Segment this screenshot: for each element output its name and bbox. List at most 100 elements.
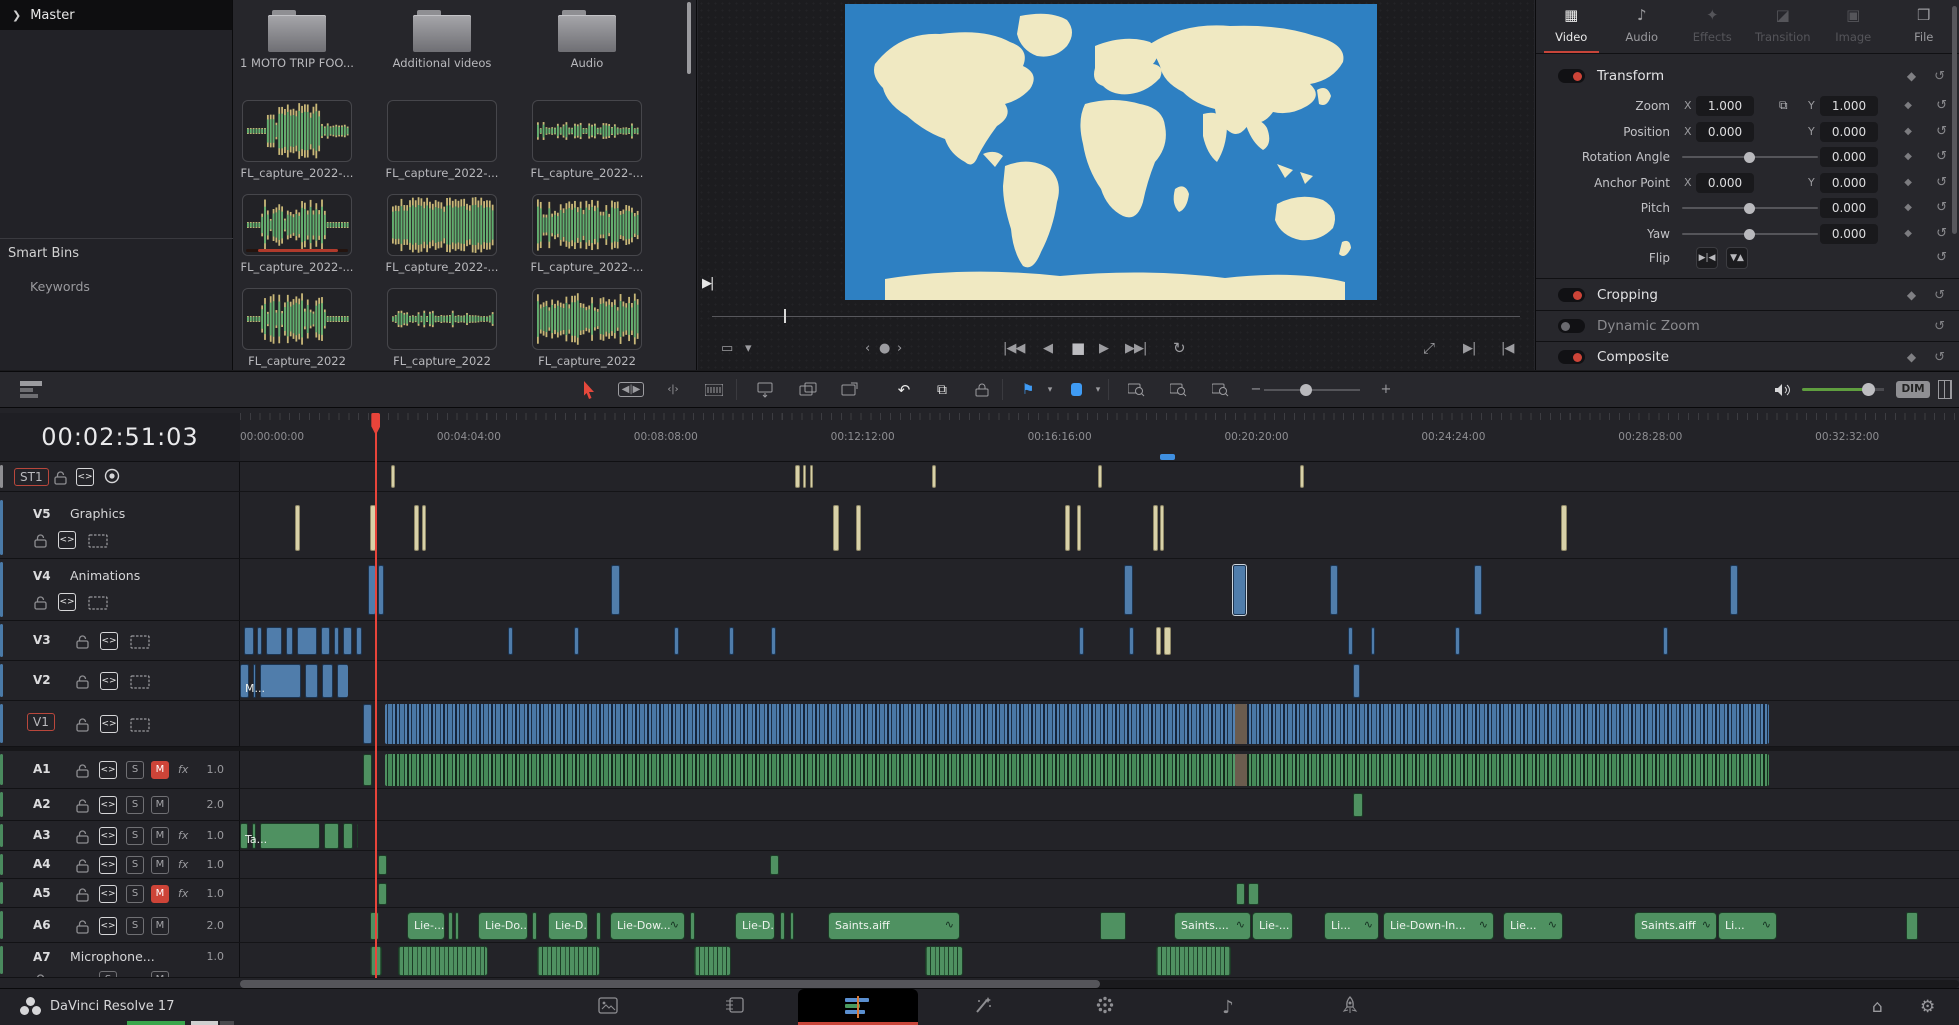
track-lane-v3[interactable] <box>240 621 1959 661</box>
audio-clip-thumbnail[interactable] <box>387 100 497 162</box>
first-frame-button[interactable]: |◀◀ <box>1003 341 1025 356</box>
track-header-a5[interactable]: A5 <> S Mfx 1.0 <box>0 879 240 908</box>
track-lane-a3[interactable]: Ta... <box>240 821 1959 851</box>
media-folder-item[interactable]: 1 MOTO TRIP FOO... <box>236 2 358 70</box>
media-clip-item[interactable]: FL_capture_2022-... <box>236 194 358 274</box>
auto-track-selector[interactable]: <> <box>99 796 117 814</box>
auto-track-selector[interactable]: <> <box>100 672 118 690</box>
track-header-v4[interactable]: V4 Animations <> <box>0 559 240 621</box>
audio-clip[interactable] <box>532 911 537 940</box>
audio-clip[interactable] <box>363 754 372 786</box>
scrollbar-thumb[interactable] <box>240 980 1100 988</box>
fx-label[interactable]: fx <box>178 858 188 871</box>
retime-curve-tool[interactable]: ↶ <box>890 372 918 407</box>
microphone-clip[interactable] <box>694 946 731 976</box>
solo-button[interactable]: S <box>99 971 117 977</box>
tab-file[interactable]: ❒ File <box>1889 0 1959 53</box>
track-header-a1[interactable]: A1 <> S Mfx 1.0 <box>0 751 240 789</box>
zoom-detail-button[interactable] <box>1164 372 1192 407</box>
keyframe-diamond-icon[interactable]: ◆ <box>1904 177 1912 188</box>
animation-clip[interactable] <box>1474 565 1482 615</box>
link-clips-toggle[interactable]: ⧉ <box>928 372 956 407</box>
dim-button[interactable]: DIM <box>1896 381 1930 398</box>
keyframe-diamond-icon[interactable]: ◆ <box>1907 288 1916 303</box>
audio-clip-named[interactable]: Lie-... <box>1252 911 1293 940</box>
track-id-selected[interactable]: V1 <box>27 713 55 731</box>
crop-tool-icon[interactable]: ▭ <box>721 341 733 356</box>
audio-clip[interactable] <box>1236 882 1245 905</box>
reset-icon[interactable]: ↺ <box>1936 149 1947 164</box>
microphone-clip[interactable] <box>1156 946 1231 976</box>
viewer-scrub-position[interactable] <box>784 309 786 323</box>
transform-toggle[interactable] <box>1558 69 1585 83</box>
fx-label[interactable]: fx <box>178 763 188 776</box>
section-composite[interactable]: Composite ◆ ↺ <box>1536 343 1959 371</box>
auto-track-selector[interactable]: <> <box>99 916 117 935</box>
bin-root-row[interactable]: ❯ Master <box>0 0 232 30</box>
zoom-custom-button[interactable] <box>1206 372 1234 407</box>
smart-bins-label[interactable]: Smart Bins <box>8 246 79 261</box>
section-dynamic-zoom[interactable]: Dynamic Zoom ↺ <box>1536 312 1959 340</box>
keyframe-diamond-icon[interactable]: ◆ <box>1907 69 1916 84</box>
overwrite-clip-button[interactable] <box>794 372 822 407</box>
track-name[interactable]: Microphone... <box>70 949 155 964</box>
reset-icon[interactable]: ↺ <box>1936 250 1947 265</box>
volume-value[interactable]: 1.0 <box>207 858 225 871</box>
timeline-ruler[interactable]: 00:00:00:00 00:04:04:00 00:08:08:00 00:12:1… <box>240 413 1959 462</box>
media-clip-item[interactable]: FL_capture_2022-... <box>381 100 503 180</box>
tab-audio[interactable]: ♪ Audio <box>1607 0 1678 53</box>
mute-button[interactable]: M <box>151 971 169 977</box>
section-toggle[interactable] <box>1558 350 1585 364</box>
subtitle-clip[interactable] <box>795 465 800 488</box>
mute-button[interactable]: M <box>151 884 169 903</box>
audio-clip[interactable] <box>455 911 459 940</box>
media-clip-item[interactable]: FL_capture_2022 <box>526 288 648 368</box>
jog-handle-icon[interactable]: ● <box>879 341 890 356</box>
subtitle-clip[interactable] <box>1098 465 1102 488</box>
video-clip[interactable] <box>244 627 254 655</box>
subtitle-track-badge[interactable]: ST1 <box>14 468 49 486</box>
audio-clip-named[interactable]: Lie-... <box>407 911 445 940</box>
video-clip[interactable] <box>1353 664 1360 698</box>
media-pool-scrollbar[interactable] <box>687 2 691 74</box>
reset-icon[interactable]: ↺ <box>1934 288 1945 303</box>
volume-value[interactable]: 1.0 <box>207 763 225 776</box>
track-header-v1[interactable]: V1 <> <box>0 701 240 747</box>
page-tab-color[interactable] <box>1045 989 1165 1025</box>
tab-image[interactable]: ▣ Image <box>1818 0 1889 53</box>
audio-clip[interactable] <box>690 911 695 940</box>
mute-button[interactable]: M <box>151 827 169 845</box>
graphics-clip[interactable] <box>422 505 426 551</box>
audio-clip-named[interactable]: Lie-Do... <box>478 911 528 940</box>
audio-clip[interactable] <box>378 855 387 875</box>
keyframe-diamond-icon[interactable]: ◆ <box>1904 100 1912 111</box>
lock-icon[interactable] <box>34 595 47 614</box>
value-field[interactable]: 0.000 <box>1820 224 1878 244</box>
goto-in-button[interactable]: |◀ <box>1501 341 1514 356</box>
audio-clip-thumbnail[interactable] <box>387 194 497 256</box>
media-clip-item[interactable]: FL_capture_2022-... <box>526 100 648 180</box>
keyframe-diamond-icon[interactable]: ◆ <box>1904 126 1912 137</box>
audio-clip[interactable] <box>596 911 601 940</box>
jog-right-icon[interactable]: › <box>897 341 902 356</box>
value-field[interactable]: 0.000 <box>1820 198 1878 218</box>
track-lane-v1[interactable] <box>240 701 1959 747</box>
step-back-button[interactable]: ◀ <box>1043 341 1053 356</box>
graphics-clip[interactable] <box>1153 505 1158 551</box>
video-clip[interactable] <box>729 627 734 655</box>
track-lane-a1[interactable] <box>240 751 1959 789</box>
audio-clip-strip[interactable] <box>385 754 1769 786</box>
lock-icon[interactable] <box>76 674 89 693</box>
x-value-field[interactable]: 1.000 <box>1696 96 1754 116</box>
mute-button[interactable]: M <box>151 796 169 814</box>
ruler-marker[interactable] <box>1160 454 1175 460</box>
auto-track-selector[interactable]: <> <box>99 761 117 779</box>
audio-clip-named[interactable]: Saints.aiff ∿ <box>828 911 960 940</box>
audio-clip-thumbnail[interactable] <box>242 100 352 162</box>
lock-icon[interactable] <box>54 470 67 489</box>
track-header-a4[interactable]: A4 <> S Mfx 1.0 <box>0 851 240 879</box>
track-header-v5[interactable]: V5 Graphics <> <box>0 497 240 559</box>
track-header-a2[interactable]: A2 <> S M 2.0 <box>0 789 240 821</box>
timeline-horizontal-scrollbar[interactable] <box>240 980 1959 988</box>
track-lane-a5[interactable] <box>240 879 1959 908</box>
